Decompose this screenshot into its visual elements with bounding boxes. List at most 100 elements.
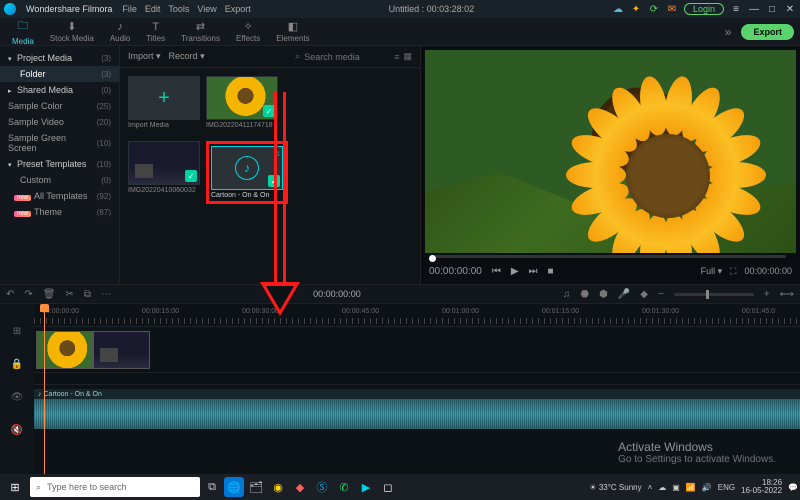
export-button[interactable]: Export xyxy=(741,24,794,40)
maximize-icon[interactable]: □ xyxy=(766,3,778,15)
edge-icon[interactable]: 🌐 xyxy=(224,477,244,497)
sidebar-item-sample-video[interactable]: Sample Video(20) xyxy=(0,114,119,130)
sidebar-item-custom[interactable]: Custom(0) xyxy=(0,172,119,188)
quality-dropdown[interactable]: Full ▾ xyxy=(701,266,723,277)
wifi-icon[interactable]: 📶 xyxy=(686,483,696,492)
media-item-image1[interactable]: ✓ IMG20220411174718 xyxy=(206,76,278,129)
titles-icon: T xyxy=(152,21,159,33)
zoom-out-icon[interactable]: − xyxy=(658,289,664,300)
minimize-icon[interactable]: — xyxy=(748,3,760,15)
mute-icon[interactable]: 🔇 xyxy=(11,425,23,436)
import-button[interactable]: Import ▾ xyxy=(128,51,161,62)
sidebar-item-sample-green[interactable]: Sample Green Screen(10) xyxy=(0,130,119,156)
tab-stock-media[interactable]: ⬇Stock Media xyxy=(44,18,100,45)
volume-icon[interactable]: 🔊 xyxy=(702,483,712,492)
audio-clip[interactable]: ♪Cartoon - On & On xyxy=(34,389,800,429)
video-clips[interactable] xyxy=(36,331,150,369)
menu-tools[interactable]: Tools xyxy=(168,4,189,14)
tray-app-icon[interactable]: ◻ xyxy=(378,477,398,497)
prev-button[interactable]: ⏮ xyxy=(492,266,501,277)
timeline: ⊞ 🔒 👁 🔇 00:00:00:00 00:00:15:00 00:00:30… xyxy=(0,304,800,474)
notifications-icon[interactable]: 💬 xyxy=(788,483,798,492)
track-options-icon[interactable]: ⊞ xyxy=(13,326,21,337)
voice-icon[interactable]: 🎤 xyxy=(618,289,630,300)
sidebar-item-theme[interactable]: newTheme(87) xyxy=(0,204,119,220)
explorer-icon[interactable]: 🗂 xyxy=(246,477,266,497)
split-icon[interactable]: ✂ xyxy=(65,289,73,300)
filmora-icon[interactable]: ▶ xyxy=(356,477,376,497)
preview-screen[interactable] xyxy=(425,50,796,253)
zoom-slider[interactable] xyxy=(674,293,754,296)
sidebar-item-sample-color[interactable]: Sample Color(25) xyxy=(0,98,119,114)
lock-icon[interactable]: 🔒 xyxy=(11,359,23,370)
video-track[interactable] xyxy=(34,326,800,372)
mixer-icon[interactable]: ♫ xyxy=(563,289,571,300)
task-view-icon[interactable]: ⧉ xyxy=(202,477,222,497)
playhead[interactable] xyxy=(44,304,45,474)
sidebar-item-preset-templates[interactable]: ▾Preset Templates(10) xyxy=(0,156,119,172)
menu-view[interactable]: View xyxy=(197,4,216,14)
expand-icon[interactable]: ⛶ xyxy=(730,266,736,277)
stop-button[interactable]: ■ xyxy=(548,266,554,277)
zoom-in-icon[interactable]: + xyxy=(764,289,770,300)
onedrive-icon[interactable]: ☁ xyxy=(658,483,666,492)
import-media-tile[interactable]: + Import Media xyxy=(128,76,200,129)
media-item-image2[interactable]: ✓ IMG20220410060032 xyxy=(128,141,200,204)
app-icon[interactable]: ◆ xyxy=(290,477,310,497)
tab-audio-label: Audio xyxy=(110,34,130,43)
start-button[interactable]: ⊞ xyxy=(2,477,28,497)
battery-icon[interactable]: ▣ xyxy=(672,483,680,492)
close-icon[interactable]: ✕ xyxy=(784,3,796,15)
sidebar-item-shared-media[interactable]: ▸Shared Media(0) xyxy=(0,82,119,98)
skype-icon[interactable]: Ⓢ xyxy=(312,477,332,497)
refresh-icon[interactable]: ⟳ xyxy=(648,3,660,15)
record-button[interactable]: Record ▾ xyxy=(169,51,205,62)
star-icon[interactable]: ✦ xyxy=(630,3,642,15)
settings-icon[interactable]: ≡ xyxy=(730,3,742,15)
time-ruler[interactable]: 00:00:00:00 00:00:15:00 00:00:30:00 00:0… xyxy=(34,304,800,326)
marker-icon[interactable]: ⬣ xyxy=(580,289,589,300)
tray-up-icon[interactable]: ˄ xyxy=(648,483,653,492)
play-button[interactable]: ▶ xyxy=(511,266,519,277)
tab-transitions[interactable]: ⇄Transitions xyxy=(175,18,226,45)
sidebar-item-project-media[interactable]: ▾Project Media(3) xyxy=(0,50,119,66)
media-item-audio[interactable]: ♫ ♪ ✓ Cartoon - On & On xyxy=(211,146,283,199)
login-button[interactable]: Login xyxy=(684,3,724,15)
chevron-right-icon[interactable]: » xyxy=(719,25,738,39)
bell-icon[interactable]: ✉ xyxy=(666,3,678,15)
menu-bar: File Edit Tools View Export xyxy=(122,4,250,14)
eye-icon[interactable]: 👁 xyxy=(11,392,24,403)
tab-audio[interactable]: ♪Audio xyxy=(104,19,136,45)
keyframe-icon[interactable]: ◆ xyxy=(640,289,648,300)
menu-file[interactable]: File xyxy=(122,4,137,14)
cloud-icon[interactable]: ☁ xyxy=(612,3,624,15)
video-clip-2[interactable] xyxy=(93,331,150,369)
tab-titles[interactable]: TTitles xyxy=(140,19,171,45)
view-icon[interactable]: ▦ xyxy=(403,51,412,62)
tab-effects[interactable]: ✧Effects xyxy=(230,18,266,45)
sort-icon[interactable]: ≡ xyxy=(394,52,399,62)
sidebar-item-all-templates[interactable]: newAll Templates(92) xyxy=(0,188,119,204)
audio-track[interactable]: ♪Cartoon - On & On xyxy=(34,384,800,432)
next-button[interactable]: ⏭ xyxy=(529,266,538,277)
chrome-icon[interactable]: ◉ xyxy=(268,477,288,497)
redo-icon[interactable]: ↷ xyxy=(24,289,32,300)
timeline-body[interactable]: 00:00:00:00 00:00:15:00 00:00:30:00 00:0… xyxy=(34,304,800,474)
search-input[interactable] xyxy=(304,52,384,62)
taskbar-search[interactable]: ⌕Type here to search xyxy=(30,477,200,497)
menu-edit[interactable]: Edit xyxy=(145,4,161,14)
lang-indicator[interactable]: ENG xyxy=(718,483,735,492)
crop-icon[interactable]: ⧉ xyxy=(84,289,91,300)
sidebar-item-folder[interactable]: Folder(3) xyxy=(0,66,119,82)
clock[interactable]: 18:26 16-05-2022 xyxy=(741,479,782,495)
tab-elements[interactable]: ◧Elements xyxy=(270,18,315,45)
render-icon[interactable]: ⬢ xyxy=(599,289,608,300)
weather-widget[interactable]: ☀ 33°C Sunny xyxy=(589,483,641,492)
more-icon[interactable]: ⋯ xyxy=(101,289,111,300)
tab-media[interactable]: 🗀Media xyxy=(6,15,40,48)
undo-icon[interactable]: ↶ xyxy=(6,289,14,300)
whatsapp-icon[interactable]: ✆ xyxy=(334,477,354,497)
zoom-fit-icon[interactable]: ⟷ xyxy=(780,289,794,300)
menu-export[interactable]: Export xyxy=(225,4,251,14)
delete-icon[interactable]: 🗑 xyxy=(43,289,56,300)
